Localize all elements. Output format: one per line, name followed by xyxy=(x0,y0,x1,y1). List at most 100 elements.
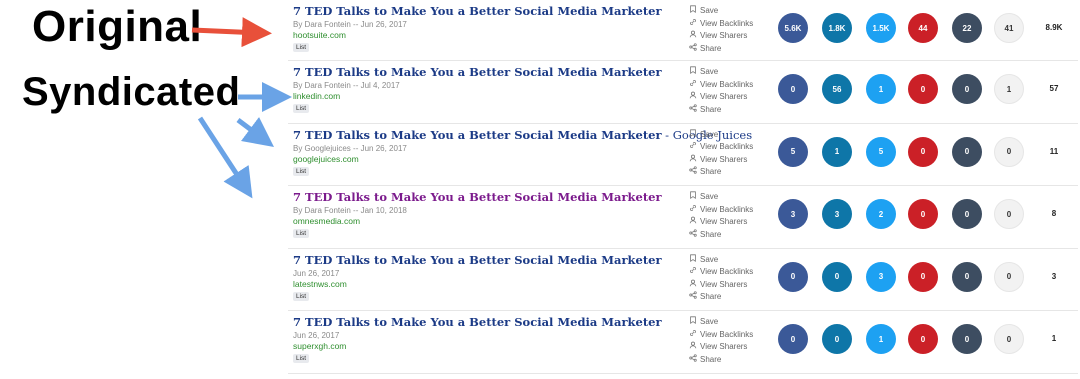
total-engagement: 1 xyxy=(1051,334,1057,343)
result-actions: Save View Backlinks View Sharers Share xyxy=(689,191,753,241)
save-button[interactable]: Save xyxy=(689,253,753,267)
content-type-badge: List xyxy=(293,291,310,301)
save-button[interactable]: Save xyxy=(689,316,753,329)
pinterest-shares: 0 xyxy=(908,324,938,354)
view-backlinks-button[interactable]: View Backlinks xyxy=(689,79,753,92)
action-label: Share xyxy=(700,167,722,176)
arrow-original xyxy=(191,17,272,48)
total-engagement: 8.9K xyxy=(1045,23,1063,32)
result-domain-link[interactable]: linkedin.com xyxy=(293,91,340,101)
save-button[interactable]: Save xyxy=(689,5,753,18)
pinterest-shares: 0 xyxy=(908,136,938,167)
user-icon xyxy=(689,91,700,104)
pinterest-shares: 0 xyxy=(908,74,938,104)
view-sharers-button[interactable]: View Sharers xyxy=(689,30,753,43)
save-button[interactable]: Save xyxy=(689,191,753,204)
action-label: View Sharers xyxy=(700,92,748,101)
result-row: 7 TED Talks to Make You a Better Social … xyxy=(288,186,1078,249)
twitter-shares: 1 xyxy=(866,74,896,104)
view-backlinks-button[interactable]: View Backlinks xyxy=(689,329,753,342)
action-label: View Backlinks xyxy=(700,142,754,151)
action-label: Save xyxy=(700,129,719,139)
share-button[interactable]: Share xyxy=(689,291,753,304)
title-text: 7 TED Talks to Make You a Better Social … xyxy=(293,127,662,142)
user-icon xyxy=(689,216,700,229)
twitter-shares: 1 xyxy=(866,324,896,354)
reddit-shares: 0 xyxy=(952,136,982,167)
save-button[interactable]: Save xyxy=(689,128,753,142)
twitter-shares: 2 xyxy=(866,199,896,229)
view-sharers-button[interactable]: View Sharers xyxy=(689,341,753,354)
action-label: Share xyxy=(700,292,722,301)
save-button[interactable]: Save xyxy=(689,66,753,79)
view-sharers-button[interactable]: View Sharers xyxy=(689,279,753,292)
action-label: View Backlinks xyxy=(700,329,754,339)
bookmark-icon xyxy=(689,66,700,79)
result-title-link[interactable]: 7 TED Talks to Make You a Better Social … xyxy=(293,315,662,329)
result-row: 7 TED Talks to Make You a Better Social … xyxy=(288,0,1078,61)
share-button[interactable]: Share xyxy=(689,353,753,367)
result-actions: Save View Backlinks View Sharers Share xyxy=(689,253,753,304)
title-text: 7 TED Talks to Make You a Better Social … xyxy=(293,4,662,18)
share-button[interactable]: Share xyxy=(689,103,753,117)
link-icon xyxy=(689,329,700,342)
result-meta: By Dara Fontein -- Jun 26, 2017 xyxy=(293,20,407,29)
total-engagement: 57 xyxy=(1049,84,1059,93)
reddit-shares: 0 xyxy=(952,324,982,354)
twitter-shares: 3 xyxy=(866,261,896,292)
share-icon xyxy=(689,291,700,304)
result-actions: Save View Backlinks View Sharers Share xyxy=(689,5,753,55)
content-type-badge: List xyxy=(293,229,310,238)
result-meta: Jun 26, 2017 xyxy=(293,268,340,278)
arrow-omnesmedia xyxy=(197,116,253,199)
result-domain-link[interactable]: hootsuite.com xyxy=(293,30,346,40)
action-label: View Backlinks xyxy=(700,267,754,276)
link-icon xyxy=(689,141,700,154)
share-button[interactable]: Share xyxy=(689,228,753,242)
result-title-link[interactable]: 7 TED Talks to Make You a Better Social … xyxy=(293,190,662,204)
view-backlinks-button[interactable]: View Backlinks xyxy=(689,204,753,217)
action-label: Share xyxy=(700,43,722,53)
action-label: View Backlinks xyxy=(700,18,754,28)
result-title-link[interactable]: 7 TED Talks to Make You a Better Social … xyxy=(293,4,662,18)
pinterest-shares: 44 xyxy=(908,13,938,43)
result-domain-link[interactable]: superxgh.com xyxy=(293,341,346,351)
share-button[interactable]: Share xyxy=(689,42,753,56)
facebook-shares: 3 xyxy=(778,199,808,229)
result-row: 7 TED Talks to Make You a Better Social … xyxy=(288,61,1078,124)
title-text: 7 TED Talks to Make You a Better Social … xyxy=(293,252,662,267)
other-shares: 0 xyxy=(994,324,1024,354)
view-backlinks-button[interactable]: View Backlinks xyxy=(689,266,753,279)
result-title-link[interactable]: 7 TED Talks to Make You a Better Social … xyxy=(293,253,662,267)
view-backlinks-button[interactable]: View Backlinks xyxy=(689,18,753,31)
share-icon xyxy=(689,353,700,367)
reddit-shares: 0 xyxy=(952,74,982,104)
linkedin-shares: 3 xyxy=(822,199,852,229)
pinterest-shares: 0 xyxy=(908,261,938,292)
share-button[interactable]: Share xyxy=(689,166,753,179)
result-title-link[interactable]: 7 TED Talks to Make You a Better Social … xyxy=(293,128,752,142)
other-shares: 41 xyxy=(994,13,1024,43)
result-actions: Save View Backlinks View Sharers Share xyxy=(689,66,753,116)
title-text: 7 TED Talks to Make You a Better Social … xyxy=(293,65,662,79)
result-domain-link[interactable]: omnesmedia.com xyxy=(293,216,360,226)
user-icon xyxy=(689,30,700,43)
result-title-link[interactable]: 7 TED Talks to Make You a Better Social … xyxy=(293,65,662,79)
other-shares: 1 xyxy=(994,74,1024,104)
link-icon xyxy=(689,266,700,279)
view-sharers-button[interactable]: View Sharers xyxy=(689,216,753,229)
share-icon xyxy=(689,166,700,179)
action-label: View Backlinks xyxy=(700,204,754,214)
view-backlinks-button[interactable]: View Backlinks xyxy=(689,141,753,154)
result-domain-link[interactable]: latestnws.com xyxy=(293,279,347,289)
reddit-shares: 0 xyxy=(952,261,982,292)
action-label: View Sharers xyxy=(700,342,748,351)
share-icon xyxy=(689,228,700,242)
result-domain-link[interactable]: googlejuices.com xyxy=(293,154,359,164)
user-icon xyxy=(689,341,700,354)
link-icon xyxy=(689,18,700,31)
view-sharers-button[interactable]: View Sharers xyxy=(689,91,753,104)
result-row: 7 TED Talks to Make You a Better Social … xyxy=(288,311,1078,374)
view-sharers-button[interactable]: View Sharers xyxy=(689,154,753,167)
share-icon xyxy=(689,103,700,117)
